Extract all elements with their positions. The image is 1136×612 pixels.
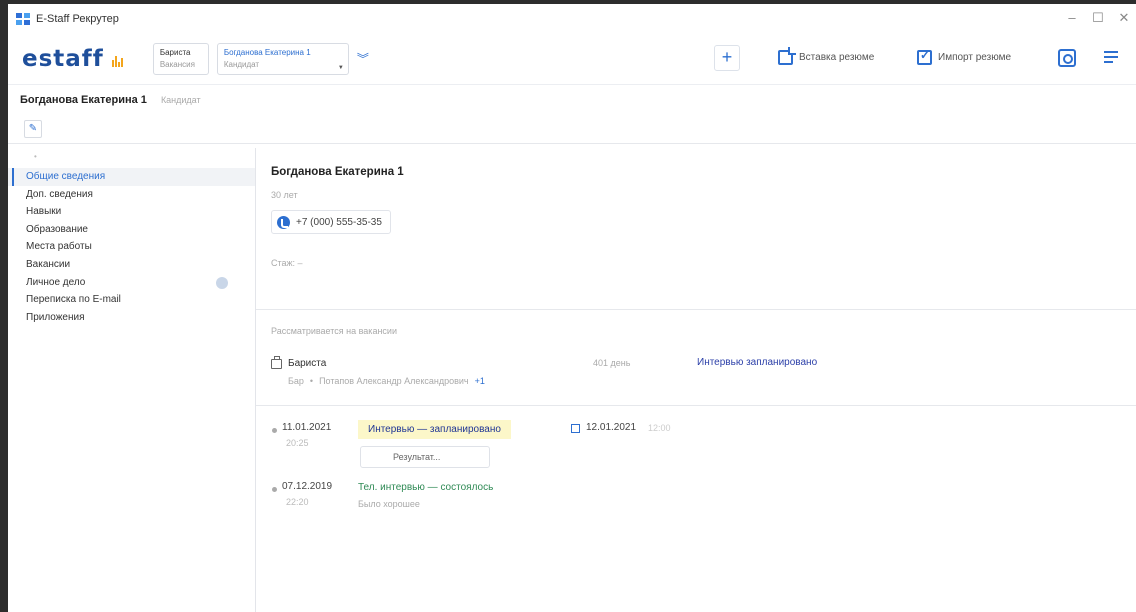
sidebar-item-workplaces[interactable]: Места работы <box>8 238 255 256</box>
sidebar-marker: • <box>34 152 37 161</box>
event-note: Было хорошее <box>358 499 420 509</box>
timeline-dot <box>272 428 277 433</box>
edit-button[interactable]: ✎ <box>24 119 42 138</box>
app-icon <box>16 13 30 25</box>
vacancy-days: 401 день <box>593 358 631 368</box>
import-resume-button[interactable]: Импорт резюме <box>917 48 1012 65</box>
vacancy-item[interactable]: Бариста <box>271 355 327 369</box>
window-title: E-Staff Рекрутер <box>36 13 119 25</box>
main-area: • Общие сведения Доп. сведения Навыки Об… <box>8 148 1136 612</box>
sidebar-item-personal-file-label: Личное дело <box>26 276 86 288</box>
sidebar-item-email[interactable]: Переписка по E-mail <box>8 291 255 309</box>
toolbar: estaff Бариста Вакансия Богданова Екатер… <box>8 34 1136 84</box>
insert-resume-label: Вставка резюме <box>799 52 875 63</box>
context-vacancy-subtitle: Вакансия <box>159 60 195 69</box>
logo-text: estaff <box>22 46 104 72</box>
context-candidate[interactable]: Богданова Екатерина 1 Кандидат ▼ <box>216 43 349 75</box>
double-chevron-down-icon[interactable]: ︾ <box>357 53 369 65</box>
insert-resume-button[interactable]: Вставка резюме <box>778 47 875 65</box>
add-button[interactable]: + <box>714 45 740 71</box>
vacancy-title: Бариста <box>288 358 327 369</box>
vacancies-section-label: Рассматривается на вакансии <box>271 326 397 336</box>
vacancy-status[interactable]: Интервью запланировано <box>697 357 817 368</box>
close-button[interactable]: ✕ <box>1118 10 1130 26</box>
event-time: 22:20 <box>286 497 309 507</box>
content-pane: Богданова Екатерина 1 30 лет +7 (000) 55… <box>256 148 1136 612</box>
general-section: Богданова Екатерина 1 30 лет +7 (000) 55… <box>256 148 1136 310</box>
event-planned-date: 12.01.2021 <box>586 422 637 433</box>
phone-icon <box>277 215 290 229</box>
menu-icon[interactable] <box>1104 49 1122 67</box>
sidebar-item-education[interactable]: Образование <box>8 221 255 239</box>
title-bar: E-Staff Рекрутер – ☐ ✕ <box>8 4 1136 34</box>
vacancy-recruiter: Потапов Александр Александрович <box>319 376 469 386</box>
vacancy-location: Бар <box>288 376 304 386</box>
sidebar-item-general[interactable]: Общие сведения <box>8 168 255 186</box>
event-date: 11.01.2021 <box>282 422 332 433</box>
logo-bars-icon <box>111 56 123 67</box>
window-controls: – ☐ ✕ <box>1066 10 1130 26</box>
event-status[interactable]: Тел. интервью — состоялось <box>358 482 493 493</box>
context-vacancy-title: Бариста <box>159 48 191 57</box>
app-window: E-Staff Рекрутер – ☐ ✕ estaff Бариста Ва… <box>8 4 1136 612</box>
vacancy-details: Бар • Потапов Александр Александрович +1 <box>288 376 485 386</box>
maximize-button[interactable]: ☐ <box>1092 10 1104 26</box>
estaff-logo[interactable]: estaff <box>22 47 123 71</box>
event-planned-time: 12:00 <box>648 423 671 433</box>
sidebar-item-personal-file[interactable]: Личное дело <box>8 274 255 292</box>
events-timeline: 11.01.2021 20:25 Интервью — запланирован… <box>256 406 1136 606</box>
insert-document-icon <box>778 47 796 65</box>
vacancies-section: Рассматривается на вакансии Бариста 401 … <box>256 310 1136 406</box>
phone-number: +7 (000) 555-35-35 <box>296 216 382 228</box>
pencil-icon: ✎ <box>28 123 38 134</box>
event-status-tag[interactable]: Интервью — запланировано <box>358 420 511 439</box>
calendar-icon <box>571 424 580 433</box>
briefcase-icon <box>271 355 282 369</box>
sidebar: • Общие сведения Доп. сведения Навыки Об… <box>8 148 256 612</box>
chevron-down-icon: ▼ <box>337 65 344 71</box>
badge-icon <box>216 276 228 289</box>
sidebar-item-vacancies[interactable]: Вакансии <box>8 256 255 274</box>
sidebar-item-extra[interactable]: Доп. сведения <box>8 186 255 204</box>
candidate-age: 30 лет <box>271 190 298 200</box>
edit-toolbar: ✎ <box>8 114 1136 144</box>
result-button[interactable]: Результат... <box>360 446 490 468</box>
timeline-dot <box>272 487 277 492</box>
sidebar-item-skills[interactable]: Навыки <box>8 203 255 221</box>
event-date: 07.12.2019 <box>282 481 333 492</box>
record-type: Кандидат <box>160 94 201 105</box>
record-header: Богданова Екатерина 1 Кандидат <box>8 84 1136 114</box>
vacancy-more-link[interactable]: +1 <box>475 376 485 386</box>
event-time: 20:25 <box>286 438 309 448</box>
sidebar-item-attachments[interactable]: Приложения <box>8 309 255 327</box>
experience: Стаж: – <box>271 258 303 268</box>
record-title: Богданова Екатерина 1 <box>20 93 147 106</box>
import-check-icon <box>917 48 932 65</box>
find-icon[interactable] <box>1058 49 1076 67</box>
candidate-name: Богданова Екатерина 1 <box>271 166 404 178</box>
context-candidate-subtitle: Кандидат <box>223 60 260 69</box>
phone-chip[interactable]: +7 (000) 555-35-35 <box>271 210 391 234</box>
context-vacancy[interactable]: Бариста Вакансия <box>152 43 209 75</box>
separator: • <box>309 376 314 386</box>
context-candidate-title: Богданова Екатерина 1 <box>223 48 311 57</box>
import-resume-label: Импорт резюме <box>938 52 1012 63</box>
minimize-button[interactable]: – <box>1066 10 1078 26</box>
